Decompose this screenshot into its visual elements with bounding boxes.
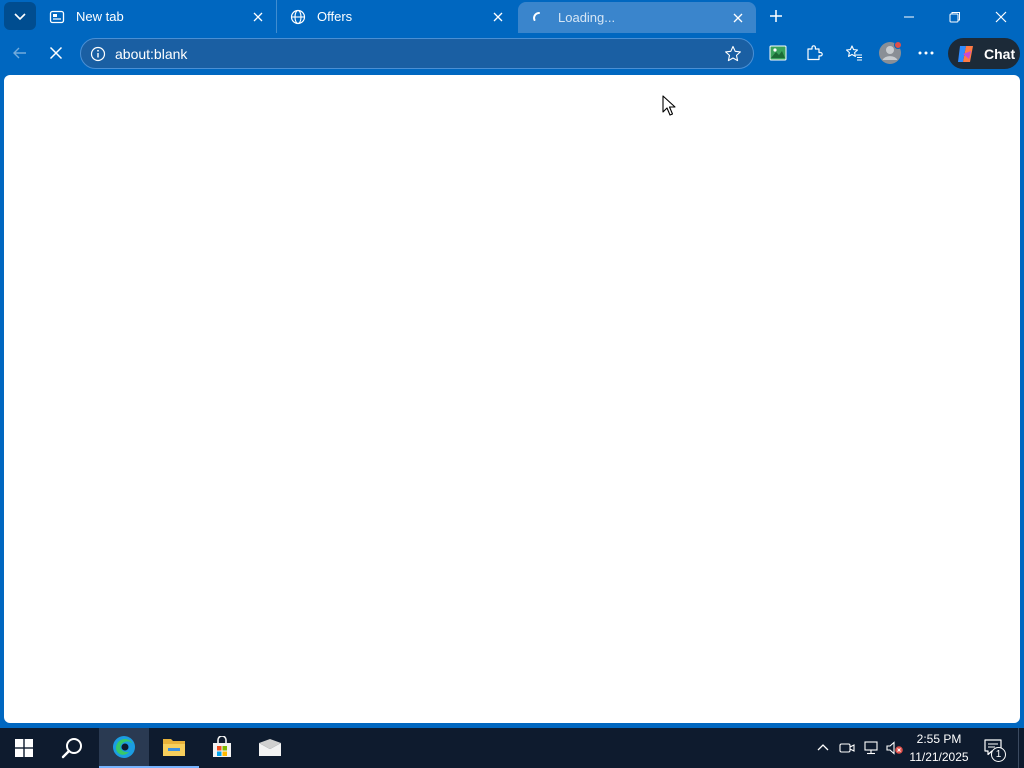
- edge-icon: [113, 736, 135, 758]
- notification-center-button[interactable]: 1: [978, 732, 1010, 764]
- close-icon: [995, 11, 1007, 22]
- store-taskbar-button[interactable]: [198, 728, 246, 768]
- file-explorer-taskbar-button[interactable]: [149, 728, 199, 768]
- more-options-button[interactable]: [910, 37, 942, 69]
- copilot-chat-button[interactable]: Chat: [948, 38, 1020, 69]
- close-tab-icon[interactable]: [728, 8, 748, 28]
- file-explorer-icon: [163, 739, 185, 756]
- mail-icon: [259, 739, 281, 756]
- image-tool-button[interactable]: [762, 37, 794, 69]
- newtab-page-icon: [48, 8, 66, 26]
- chevron-down-icon: [14, 13, 26, 21]
- copilot-icon: [954, 42, 978, 66]
- star-icon[interactable]: [719, 40, 747, 68]
- meet-now-button[interactable]: [836, 736, 858, 760]
- volume-button[interactable]: [884, 736, 906, 760]
- web-page-content[interactable]: [4, 75, 1020, 723]
- minimize-button[interactable]: [886, 0, 932, 33]
- windows-logo-icon: [15, 739, 33, 757]
- tab-offers[interactable]: Offers: [276, 0, 516, 33]
- copilot-label: Chat: [984, 45, 1016, 62]
- new-tab-button[interactable]: [762, 3, 790, 29]
- tab-title: New tab: [76, 9, 124, 24]
- clock-time: 2:55 PM: [916, 732, 962, 746]
- close-icon: [49, 46, 63, 60]
- clock-date: 11/21/2025: [909, 750, 969, 764]
- tab-title: Offers: [317, 9, 353, 24]
- restore-button[interactable]: [932, 0, 978, 33]
- volume-muted-icon: [886, 741, 903, 755]
- mail-taskbar-button[interactable]: [246, 728, 294, 768]
- favorites-list-icon: [845, 45, 862, 61]
- close-tab-icon[interactable]: [248, 7, 268, 27]
- ellipsis-icon: [918, 51, 934, 55]
- tab-actions-menu-button[interactable]: [4, 2, 36, 30]
- tab-strip: New tab Offers Loading...: [0, 0, 1024, 33]
- mouse-pointer-icon: [662, 95, 676, 116]
- clock[interactable]: 2:55 PM 11/21/2025: [904, 730, 974, 766]
- show-hidden-icons-button[interactable]: [812, 736, 834, 760]
- show-desktop-button[interactable]: [1018, 728, 1024, 768]
- address-bar[interactable]: about:blank: [80, 38, 754, 69]
- store-icon: [213, 736, 231, 757]
- puzzle-icon: [807, 45, 823, 61]
- address-input[interactable]: about:blank: [115, 46, 719, 62]
- close-tab-icon[interactable]: [488, 7, 508, 27]
- camera-icon: [839, 743, 855, 753]
- tab-title: Loading...: [558, 10, 616, 25]
- stop-loading-button[interactable]: [40, 37, 72, 69]
- favorites-button[interactable]: [838, 37, 870, 69]
- chevron-up-icon: [817, 744, 829, 751]
- restore-icon: [949, 11, 960, 22]
- tab-loading[interactable]: Loading...: [518, 2, 756, 33]
- back-arrow-icon: [13, 47, 26, 59]
- start-button[interactable]: [0, 728, 48, 768]
- globe-icon: [289, 8, 307, 26]
- navigation-toolbar: about:blank Chat: [0, 33, 1024, 73]
- close-window-button[interactable]: [978, 0, 1024, 33]
- tab-new-tab[interactable]: New tab: [36, 0, 276, 33]
- loading-spinner-icon: [530, 9, 548, 27]
- search-button[interactable]: [48, 728, 96, 768]
- network-icon: [864, 741, 878, 755]
- minimize-icon: [904, 16, 914, 17]
- network-button[interactable]: [860, 736, 882, 760]
- notification-count-badge: 1: [991, 747, 1006, 762]
- plus-icon: [770, 10, 782, 22]
- profile-button[interactable]: [874, 37, 906, 69]
- search-icon: [61, 738, 82, 759]
- avatar-icon: [879, 41, 902, 64]
- info-icon[interactable]: [89, 45, 107, 63]
- image-icon: [769, 45, 787, 61]
- edge-taskbar-button[interactable]: [99, 728, 149, 768]
- extensions-button[interactable]: [798, 37, 830, 69]
- taskbar: 2:55 PM 11/21/2025 1: [0, 728, 1024, 768]
- back-button[interactable]: [4, 37, 36, 69]
